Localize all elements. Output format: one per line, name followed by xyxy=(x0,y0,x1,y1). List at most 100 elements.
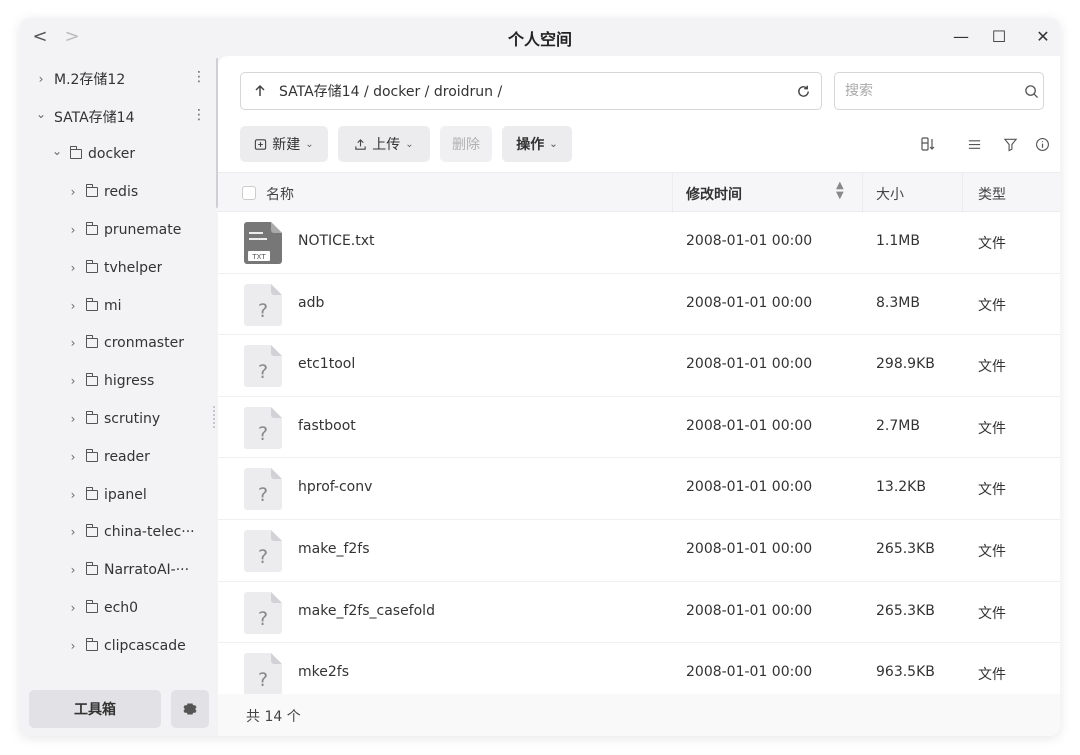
unknown-file-icon: ? xyxy=(244,283,282,326)
folder-icon xyxy=(85,524,98,538)
sidebar-item[interactable]: › scrutiny xyxy=(20,400,218,438)
folder-tree: › M.2存储12 ⋮ ⌄ SATA存储14 ⋮ ⌄ docker › redis › prunema… xyxy=(20,60,218,672)
sidebar-item[interactable]: › M.2存储12 ⋮ xyxy=(20,60,218,98)
filter-button[interactable] xyxy=(998,132,1022,156)
chevron-right-icon[interactable]: › xyxy=(66,601,80,615)
file-modified: 2008-01-01 00:00 xyxy=(686,479,813,496)
file-size: 265.3KB xyxy=(876,602,935,619)
sidebar-item-label: SATA存储14 xyxy=(54,109,135,126)
sidebar-item[interactable]: › clipcascade xyxy=(20,627,218,665)
table-row[interactable]: ? make_f2fs_casefold 2008-01-01 00:00 265.3… xyxy=(218,582,1060,644)
maximize-button[interactable]: ☐ xyxy=(986,24,1012,48)
file-modified: 2008-01-01 00:00 xyxy=(686,664,813,681)
sidebar-item[interactable]: › prunemate xyxy=(20,211,218,249)
column-name[interactable]: 名称 xyxy=(266,184,294,204)
folder-icon xyxy=(85,411,98,425)
sort-order-button[interactable] xyxy=(916,132,940,156)
list-view-icon xyxy=(968,139,980,149)
sidebar-item[interactable]: › cronmaster xyxy=(20,325,218,363)
new-label: 新建 xyxy=(272,137,301,153)
filter-icon xyxy=(1003,138,1017,152)
sidebar-item[interactable]: › redis xyxy=(20,173,218,211)
chevron-down-icon[interactable]: ⌄ xyxy=(50,144,64,158)
chevron-right-icon[interactable]: › xyxy=(66,412,80,426)
table-row[interactable]: ? adb 2008-01-01 00:00 8.3MB 文件 xyxy=(218,274,1060,336)
info-button[interactable] xyxy=(1030,132,1054,156)
chevron-down-icon: ⌄ xyxy=(549,138,558,150)
column-modified[interactable]: 修改时间 xyxy=(686,184,742,204)
chevron-right-icon[interactable]: › xyxy=(34,72,48,86)
search-button[interactable] xyxy=(1019,76,1043,106)
chevron-right-icon[interactable]: › xyxy=(66,336,80,350)
chevron-right-icon[interactable]: › xyxy=(66,525,80,539)
chevron-right-icon[interactable]: › xyxy=(66,450,80,464)
sidebar-item[interactable]: › mi xyxy=(20,287,218,325)
file-type-badge: TXT xyxy=(251,253,266,261)
chevron-right-icon[interactable]: › xyxy=(66,563,80,577)
resize-handle[interactable] xyxy=(213,406,215,428)
svg-text:?: ? xyxy=(258,546,268,568)
chevron-right-icon[interactable]: › xyxy=(66,223,80,237)
sidebar-item[interactable]: › tvhelper xyxy=(20,249,218,287)
column-size[interactable]: 大小 xyxy=(876,184,904,204)
svg-text:?: ? xyxy=(258,608,268,630)
file-type: 文件 xyxy=(978,482,1006,499)
table-row[interactable]: ? make_f2fs 2008-01-01 00:00 265.3KB 文件 xyxy=(218,520,1060,582)
chevron-right-icon[interactable]: › xyxy=(66,261,80,275)
upload-button[interactable]: 上传 ⌄ xyxy=(338,126,430,162)
sidebar-item[interactable]: › china-telec··· xyxy=(20,514,218,552)
chevron-right-icon[interactable]: › xyxy=(66,299,80,313)
more-options-icon[interactable]: ⋮ xyxy=(192,69,206,85)
file-type: 文件 xyxy=(978,543,1006,560)
chevron-right-icon[interactable]: › xyxy=(66,185,80,199)
chevron-right-icon[interactable]: › xyxy=(66,374,80,388)
sidebar-item[interactable]: › ipanel xyxy=(20,476,218,514)
sort-toggle-icon[interactable]: ▲ ▼ xyxy=(836,181,844,201)
file-type: 文件 xyxy=(978,667,1006,684)
folder-icon xyxy=(85,259,98,273)
sidebar-item[interactable]: › NarratoAI-··· xyxy=(20,551,218,589)
table-row[interactable]: ? etc1tool 2008-01-01 00:00 298.9KB 文件 xyxy=(218,335,1060,397)
actions-button[interactable]: 操作 ⌄ xyxy=(502,126,572,162)
table-row[interactable]: TXT NOTICE.txt 2008-01-01 00:00 1.1MB 文件 xyxy=(218,212,1060,274)
chevron-down-icon: ⌄ xyxy=(305,138,314,150)
window-title: 个人空间 xyxy=(507,30,572,49)
file-size: 13.2KB xyxy=(876,479,926,496)
title-bar: < > 个人空间 — ☐ ✕ xyxy=(20,18,1060,54)
toolbox-button[interactable]: 工具箱 xyxy=(29,690,161,728)
svg-text:?: ? xyxy=(258,423,268,445)
unknown-file-icon: ? xyxy=(244,653,282,696)
table-row[interactable]: ? hprof-conv 2008-01-01 00:00 13.2KB 文件 xyxy=(218,458,1060,520)
file-name: fastboot xyxy=(298,417,356,434)
sidebar-item-label: mi xyxy=(104,297,122,314)
file-size: 963.5KB xyxy=(876,664,935,681)
sidebar-item[interactable]: ⌄ docker xyxy=(20,136,218,174)
select-all-checkbox[interactable] xyxy=(242,186,256,200)
path-bar[interactable]: SATA存储14 / docker / droidrun / xyxy=(240,72,822,110)
close-button[interactable]: ✕ xyxy=(1030,24,1056,48)
table-row[interactable]: ? fastboot 2008-01-01 00:00 2.7MB 文件 xyxy=(218,397,1060,459)
table-row[interactable]: ? mke2fs 2008-01-01 00:00 963.5KB 文件 xyxy=(218,643,1060,696)
column-type[interactable]: 类型 xyxy=(978,184,1006,204)
search-input[interactable] xyxy=(845,83,1019,99)
column-divider xyxy=(862,173,863,213)
chevron-right-icon[interactable]: › xyxy=(66,639,80,653)
list-view-button[interactable] xyxy=(962,132,986,156)
sidebar-item[interactable]: › reader xyxy=(20,438,218,476)
up-directory-button[interactable] xyxy=(241,73,279,109)
chevron-right-icon[interactable]: › xyxy=(66,488,80,502)
search-box[interactable] xyxy=(834,72,1044,110)
refresh-button[interactable] xyxy=(785,73,821,109)
delete-button[interactable]: 删除 xyxy=(440,126,492,162)
file-manager-window: < > 个人空间 — ☐ ✕ › M.2存储12 ⋮ ⌄ SATA存储14 ⋮ ⌄ docke… xyxy=(20,18,1060,736)
new-button[interactable]: 新建 ⌄ xyxy=(240,126,328,162)
settings-button[interactable] xyxy=(171,690,209,728)
upload-icon xyxy=(355,138,366,150)
more-options-icon[interactable]: ⋮ xyxy=(192,107,206,123)
chevron-down-icon[interactable]: ⌄ xyxy=(34,107,48,121)
minimize-button[interactable]: — xyxy=(948,24,974,48)
sidebar-item[interactable]: › ech0 xyxy=(20,589,218,627)
search-icon xyxy=(1024,84,1038,98)
sidebar-item[interactable]: › higress xyxy=(20,362,218,400)
sidebar-item[interactable]: ⌄ SATA存储14 ⋮ xyxy=(20,98,218,136)
